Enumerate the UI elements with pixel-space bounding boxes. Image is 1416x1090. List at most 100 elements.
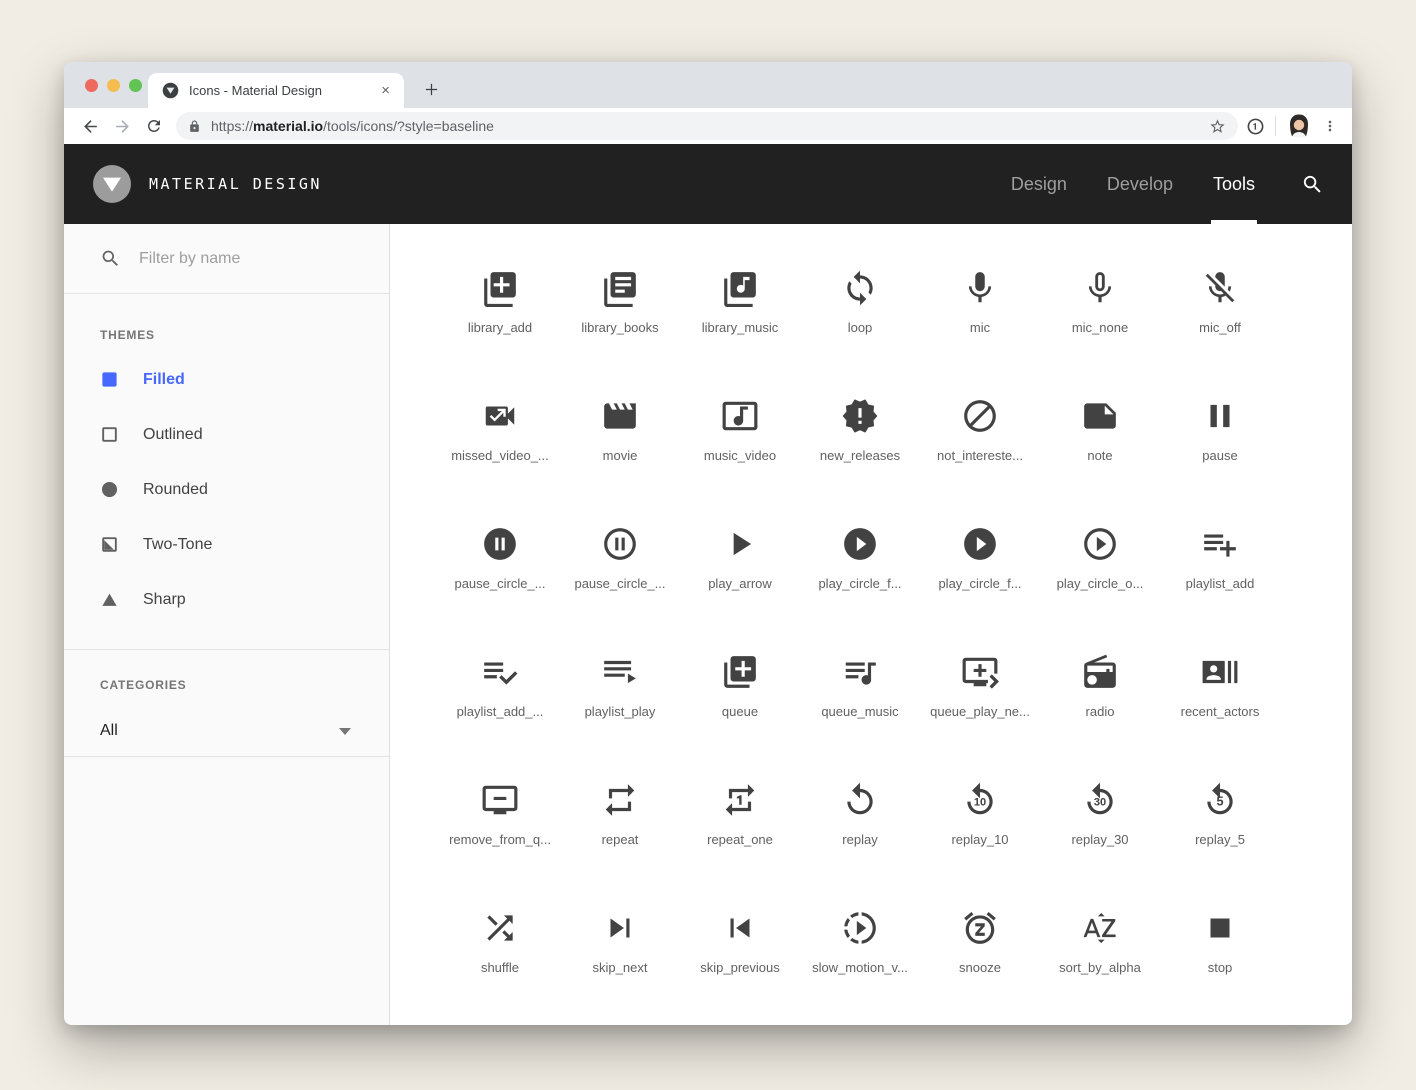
new-tab-button[interactable] bbox=[418, 76, 444, 102]
filled-square-icon bbox=[100, 370, 119, 389]
back-arrow-icon bbox=[81, 117, 100, 136]
icon-cell-skip_previous[interactable]: skip_previous bbox=[680, 878, 800, 1006]
icon-cell-radio[interactable]: radio bbox=[1040, 622, 1160, 750]
icon-cell-queue[interactable]: queue bbox=[680, 622, 800, 750]
icon-label: missed_video_... bbox=[451, 448, 549, 463]
theme-item-sharp[interactable]: Sharp bbox=[100, 572, 389, 627]
icon-cell-recent_actors[interactable]: recent_actors bbox=[1160, 622, 1280, 750]
theme-item-rounded[interactable]: Rounded bbox=[100, 462, 389, 517]
icon-cell-queue_music[interactable]: queue_music bbox=[800, 622, 920, 750]
icon-label: queue bbox=[722, 704, 758, 719]
browser-window: Icons - Material Design × https://materi… bbox=[64, 62, 1352, 1025]
icon-cell-play_circle_o[interactable]: play_circle_o... bbox=[1040, 494, 1160, 622]
extension-button[interactable] bbox=[1246, 117, 1265, 136]
icon-cell-repeat[interactable]: repeat bbox=[560, 750, 680, 878]
icon-label: snooze bbox=[959, 960, 1001, 975]
icon-cell-repeat_one[interactable]: repeat_one bbox=[680, 750, 800, 878]
icon-label: pause bbox=[1202, 448, 1237, 463]
icon-label: new_releases bbox=[820, 448, 900, 463]
movie-icon bbox=[601, 397, 639, 435]
reload-button[interactable] bbox=[138, 111, 170, 141]
icon-cell-missed_video_[interactable]: missed_video_... bbox=[440, 366, 560, 494]
theme-item-outlined[interactable]: Outlined bbox=[100, 407, 389, 462]
icon-cell-pause[interactable]: pause bbox=[1160, 366, 1280, 494]
nav-item-tools[interactable]: Tools bbox=[1193, 144, 1275, 224]
icon-cell-playlist_play[interactable]: playlist_play bbox=[560, 622, 680, 750]
new_releases-icon bbox=[841, 397, 879, 435]
icon-cell-mic_off[interactable]: mic_off bbox=[1160, 238, 1280, 366]
queue_music-icon bbox=[841, 653, 879, 691]
library_music-icon bbox=[721, 269, 759, 307]
back-button[interactable] bbox=[74, 111, 106, 141]
kebab-menu-icon bbox=[1322, 118, 1338, 134]
nav-item-design[interactable]: Design bbox=[991, 144, 1087, 224]
themes-label: THEMES bbox=[100, 328, 389, 342]
header-search-button[interactable] bbox=[1301, 173, 1324, 196]
library_add-icon bbox=[481, 269, 519, 307]
bookmark-button[interactable] bbox=[1209, 118, 1226, 135]
icon-label: repeat bbox=[602, 832, 639, 847]
filter-by-name-input[interactable] bbox=[139, 250, 359, 268]
browser-toolbar: https://material.io/tools/icons/?style=b… bbox=[64, 108, 1352, 144]
icon-cell-snooze[interactable]: snooze bbox=[920, 878, 1040, 1006]
icon-cell-new_releases[interactable]: new_releases bbox=[800, 366, 920, 494]
icon-cell-note[interactable]: note bbox=[1040, 366, 1160, 494]
icon-cell-replay_10[interactable]: 10replay_10 bbox=[920, 750, 1040, 878]
icon-cell-replay[interactable]: replay bbox=[800, 750, 920, 878]
icon-grid: library_addlibrary_bookslibrary_musicloo… bbox=[440, 238, 1352, 1006]
icon-cell-mic[interactable]: mic bbox=[920, 238, 1040, 366]
icon-cell-replay_30[interactable]: 30replay_30 bbox=[1040, 750, 1160, 878]
replay-icon: 30 bbox=[1081, 781, 1119, 819]
icon-cell-remove_from_q[interactable]: remove_from_q... bbox=[440, 750, 560, 878]
tab-close-icon[interactable]: × bbox=[377, 82, 394, 99]
browser-tab[interactable]: Icons - Material Design × bbox=[148, 73, 404, 108]
icon-cell-slow_motion_v[interactable]: slow_motion_v... bbox=[800, 878, 920, 1006]
search-icon bbox=[1301, 173, 1324, 196]
icon-cell-skip_next[interactable]: skip_next bbox=[560, 878, 680, 1006]
forward-button[interactable] bbox=[106, 111, 138, 141]
site-header: MATERIAL DESIGN DesignDevelopTools bbox=[64, 144, 1352, 224]
icon-label: recent_actors bbox=[1181, 704, 1260, 719]
minimize-window-button[interactable] bbox=[107, 79, 120, 92]
icon-cell-library_add[interactable]: library_add bbox=[440, 238, 560, 366]
forward-arrow-icon bbox=[113, 117, 132, 136]
icon-cell-mic_none[interactable]: mic_none bbox=[1040, 238, 1160, 366]
icon-cell-playlist_add_[interactable]: playlist_add_... bbox=[440, 622, 560, 750]
theme-item-two-tone[interactable]: Two-Tone bbox=[100, 517, 389, 572]
avatar[interactable] bbox=[1286, 113, 1312, 139]
icon-cell-library_books[interactable]: library_books bbox=[560, 238, 680, 366]
icon-cell-play_circle_f[interactable]: play_circle_f... bbox=[800, 494, 920, 622]
icon-cell-music_video[interactable]: music_video bbox=[680, 366, 800, 494]
icon-cell-movie[interactable]: movie bbox=[560, 366, 680, 494]
icon-cell-pause_circle_[interactable]: pause_circle_... bbox=[560, 494, 680, 622]
theme-item-filled[interactable]: Filled bbox=[100, 352, 389, 407]
icon-cell-not_intereste[interactable]: not_intereste... bbox=[920, 366, 1040, 494]
icon-cell-playlist_add[interactable]: playlist_add bbox=[1160, 494, 1280, 622]
browser-menu-button[interactable] bbox=[1322, 118, 1338, 134]
lock-icon bbox=[188, 120, 201, 133]
queue_play_next-icon bbox=[961, 653, 999, 691]
icon-cell-sort_by_alpha[interactable]: sort_by_alpha bbox=[1040, 878, 1160, 1006]
svg-text:5: 5 bbox=[1216, 795, 1223, 809]
icon-cell-pause_circle_[interactable]: pause_circle_... bbox=[440, 494, 560, 622]
replay-icon: 10 bbox=[961, 781, 999, 819]
icon-cell-replay_5[interactable]: 5replay_5 bbox=[1160, 750, 1280, 878]
icon-cell-shuffle[interactable]: shuffle bbox=[440, 878, 560, 1006]
url-domain: material.io bbox=[253, 118, 323, 134]
replay-icon bbox=[841, 781, 879, 819]
category-select[interactable]: All bbox=[100, 706, 389, 756]
address-bar[interactable]: https://material.io/tools/icons/?style=b… bbox=[176, 112, 1238, 140]
icon-cell-library_music[interactable]: library_music bbox=[680, 238, 800, 366]
note-icon bbox=[1081, 397, 1119, 435]
icon-cell-play_arrow[interactable]: play_arrow bbox=[680, 494, 800, 622]
icon-cell-stop[interactable]: stop bbox=[1160, 878, 1280, 1006]
close-window-button[interactable] bbox=[85, 79, 98, 92]
stop-icon bbox=[1201, 909, 1239, 947]
nav-item-develop[interactable]: Develop bbox=[1087, 144, 1193, 224]
icon-cell-play_circle_f[interactable]: play_circle_f... bbox=[920, 494, 1040, 622]
material-design-logo[interactable] bbox=[93, 165, 131, 203]
zoom-window-button[interactable] bbox=[129, 79, 142, 92]
icon-cell-loop[interactable]: loop bbox=[800, 238, 920, 366]
icon-cell-queue_play_ne[interactable]: queue_play_ne... bbox=[920, 622, 1040, 750]
theme-list: FilledOutlinedRoundedTwo-ToneSharp bbox=[100, 352, 389, 627]
